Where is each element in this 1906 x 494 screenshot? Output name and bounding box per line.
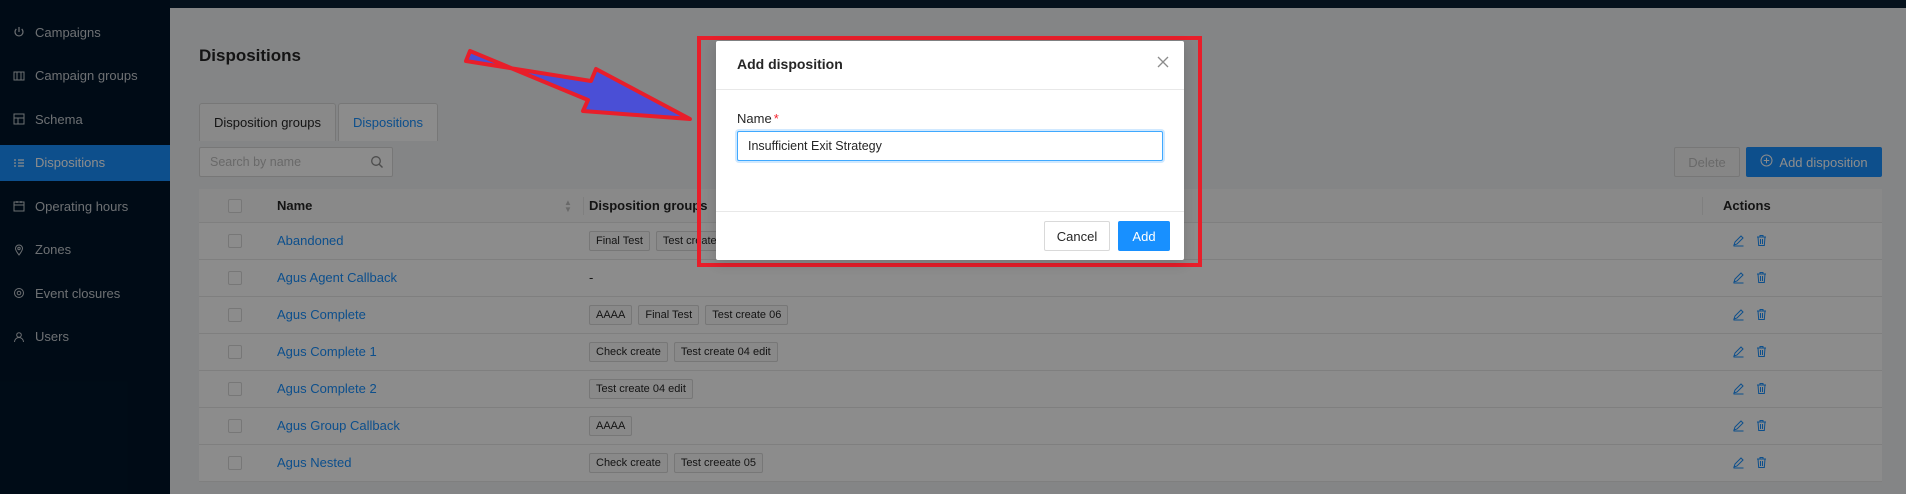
name-field-label: Name * <box>737 111 779 126</box>
annotation-arrow <box>464 49 692 121</box>
modal-header: Add disposition <box>716 41 1184 90</box>
modal-footer: Cancel Add <box>716 211 1184 260</box>
required-marker: * <box>773 111 779 126</box>
modal-title: Add disposition <box>737 56 843 72</box>
add-disposition-modal: Add disposition Name* Cancel Add <box>716 41 1184 260</box>
modal-body: Name * <box>716 90 1184 211</box>
add-button[interactable]: Add <box>1118 221 1170 251</box>
name-input[interactable] <box>737 131 1163 161</box>
close-icon[interactable] <box>1156 55 1170 72</box>
name-label-text: Name <box>737 111 772 126</box>
cancel-button[interactable]: Cancel <box>1044 221 1110 251</box>
